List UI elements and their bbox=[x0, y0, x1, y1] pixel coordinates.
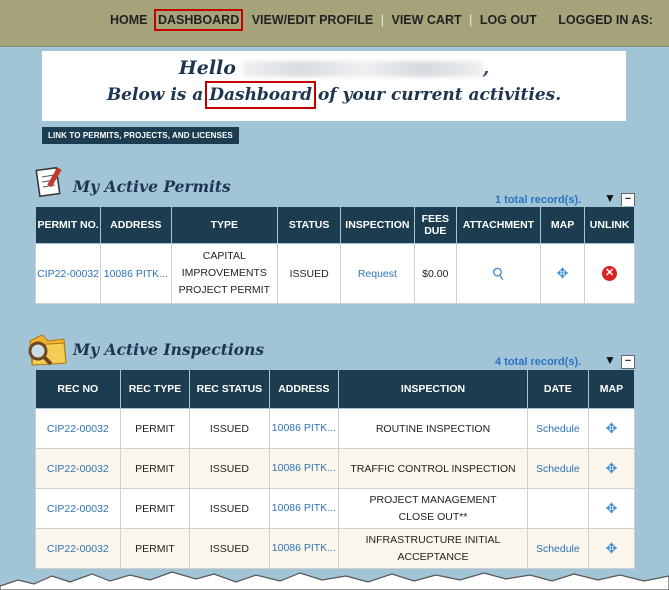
move-arrows-icon[interactable]: ✥ bbox=[557, 265, 569, 281]
col-inspection[interactable]: INSPECTION bbox=[340, 206, 415, 244]
inspections-table: REC NO REC TYPE REC STATUS ADDRESS INSPE… bbox=[35, 369, 636, 569]
torn-paper-edge bbox=[0, 571, 669, 590]
greeting-line: Hello , bbox=[42, 57, 626, 79]
rec-type: PERMIT bbox=[119, 448, 191, 489]
inspection-request-link[interactable]: Request bbox=[340, 243, 415, 304]
move-arrows-icon[interactable]: ✥ bbox=[606, 500, 618, 516]
permit-no-link[interactable]: CIP22-00032 bbox=[34, 243, 102, 304]
subtitle-highlight-word: Dashboard bbox=[205, 81, 317, 109]
schedule-link[interactable] bbox=[526, 488, 589, 529]
col-map[interactable]: MAP bbox=[539, 206, 586, 244]
col-permit-no[interactable]: PERMIT NO. bbox=[34, 206, 102, 244]
col-address[interactable]: ADDRESS bbox=[100, 206, 172, 244]
red-x-circle-icon[interactable]: ✕ bbox=[602, 266, 618, 281]
nav-separator: | bbox=[380, 13, 384, 27]
col-map[interactable]: MAP bbox=[587, 369, 636, 409]
map-cell: ✥ bbox=[587, 408, 636, 449]
rec-status: ISSUED bbox=[189, 488, 270, 529]
permits-table: PERMIT NO. ADDRESS TYPE STATUS INSPECTIO… bbox=[34, 206, 635, 304]
col-status[interactable]: STATUS bbox=[277, 206, 342, 244]
col-rec-status[interactable]: REC STATUS bbox=[189, 369, 270, 409]
permits-collapse-icon[interactable]: − bbox=[621, 193, 635, 207]
inspections-header-row: REC NO REC TYPE REC STATUS ADDRESS INSPE… bbox=[35, 369, 636, 409]
paperclip-icon[interactable]: ⚲ bbox=[488, 262, 509, 285]
col-unlink[interactable]: UNLINK bbox=[584, 206, 635, 244]
table-row: CIP22-00032 PERMIT ISSUED 10086 PITK... … bbox=[35, 448, 636, 489]
move-arrows-icon[interactable]: ✥ bbox=[606, 460, 618, 476]
link-permits-button[interactable]: LINK TO PERMITS, PROJECTS, AND LICENSES bbox=[42, 127, 239, 144]
rec-no-link[interactable]: CIP22-00032 bbox=[35, 448, 121, 489]
schedule-link[interactable]: Schedule bbox=[526, 408, 589, 449]
rec-no-link[interactable]: CIP22-00032 bbox=[35, 488, 121, 529]
permit-status: ISSUED bbox=[277, 243, 342, 304]
inspections-record-count: 4 total record(s). bbox=[495, 356, 582, 368]
rec-type: PERMIT bbox=[119, 408, 191, 449]
col-rec-no[interactable]: REC NO bbox=[35, 369, 121, 409]
inspection-name: PROJECT MANAGEMENT CLOSE OUT** bbox=[338, 488, 528, 529]
permits-record-count: 1 total record(s). bbox=[495, 194, 582, 206]
permits-filter-icon[interactable]: ▼ bbox=[604, 191, 616, 205]
top-nav-bar: HOME DASHBOARD VIEW/EDIT PROFILE | VIEW … bbox=[0, 0, 669, 47]
main-content: Hello , Below is a Dashboard of your cur… bbox=[0, 47, 669, 590]
inspection-name: TRAFFIC CONTROL INSPECTION bbox=[338, 448, 528, 489]
schedule-link[interactable]: Schedule bbox=[526, 448, 589, 489]
inspection-name: ROUTINE INSPECTION bbox=[338, 408, 528, 449]
col-rec-type[interactable]: REC TYPE bbox=[119, 369, 191, 409]
nav-home[interactable]: HOME bbox=[110, 13, 148, 27]
address-link[interactable]: 10086 PITK... bbox=[268, 448, 340, 489]
unlink-cell: ✕ bbox=[584, 243, 635, 304]
dashboard-subtitle: Below is a Dashboard of your current act… bbox=[42, 81, 626, 109]
table-row: CIP22-00032 10086 PITK... CAPITAL IMPROV… bbox=[34, 243, 635, 304]
col-fees-due[interactable]: FEES DUE bbox=[413, 206, 458, 244]
subtitle-suffix: of your current activities. bbox=[317, 85, 562, 105]
col-type[interactable]: TYPE bbox=[170, 206, 279, 244]
col-attachment[interactable]: ATTACHMENT bbox=[456, 206, 541, 244]
greeting-text: Hello bbox=[178, 57, 236, 79]
welcome-panel: Hello , Below is a Dashboard of your cur… bbox=[42, 51, 626, 121]
permit-type: CAPITAL IMPROVEMENTS PROJECT PERMIT bbox=[170, 243, 279, 304]
permit-fees-due: $0.00 bbox=[413, 243, 458, 304]
nav-view-cart[interactable]: VIEW CART bbox=[391, 13, 461, 27]
nav-view-edit-profile[interactable]: VIEW/EDIT PROFILE bbox=[252, 13, 374, 27]
logged-in-as-label: LOGGED IN AS: bbox=[558, 13, 653, 27]
move-arrows-icon[interactable]: ✥ bbox=[606, 540, 618, 556]
table-row: CIP22-00032 PERMIT ISSUED 10086 PITK... … bbox=[35, 408, 636, 449]
nav-dashboard[interactable]: DASHBOARD bbox=[153, 9, 244, 31]
permits-title: My Active Permits bbox=[73, 177, 231, 196]
rec-no-link[interactable]: CIP22-00032 bbox=[35, 408, 121, 449]
inspections-collapse-icon[interactable]: − bbox=[621, 355, 635, 369]
rec-status: ISSUED bbox=[189, 408, 270, 449]
col-inspection[interactable]: INSPECTION bbox=[338, 369, 528, 409]
rec-type: PERMIT bbox=[119, 488, 191, 529]
permit-address-link[interactable]: 10086 PITK... bbox=[100, 243, 172, 304]
top-nav: HOME DASHBOARD VIEW/EDIT PROFILE | VIEW … bbox=[110, 9, 653, 31]
map-cell: ✥ bbox=[587, 448, 636, 489]
permits-header-row: PERMIT NO. ADDRESS TYPE STATUS INSPECTIO… bbox=[34, 206, 635, 244]
address-link[interactable]: 10086 PITK... bbox=[268, 488, 340, 529]
permit-document-icon bbox=[35, 166, 62, 197]
map-cell: ✥ bbox=[539, 243, 586, 304]
nav-separator: | bbox=[469, 13, 473, 27]
inspection-folder-magnifier-icon bbox=[28, 334, 67, 366]
col-address[interactable]: ADDRESS bbox=[268, 369, 340, 409]
col-date[interactable]: DATE bbox=[526, 369, 589, 409]
rec-status: ISSUED bbox=[189, 448, 270, 489]
attachment-cell: ⚲ bbox=[456, 243, 541, 304]
map-cell: ✥ bbox=[587, 488, 636, 529]
move-arrows-icon[interactable]: ✥ bbox=[606, 420, 618, 436]
inspections-filter-icon[interactable]: ▼ bbox=[604, 353, 616, 367]
subtitle-prefix: Below is a bbox=[106, 85, 204, 105]
table-row: CIP22-00032 PERMIT ISSUED 10086 PITK... … bbox=[35, 488, 636, 529]
address-link[interactable]: 10086 PITK... bbox=[268, 408, 340, 449]
nav-log-out[interactable]: LOG OUT bbox=[480, 13, 537, 27]
redacted-username bbox=[242, 61, 483, 77]
inspections-title: My Active Inspections bbox=[73, 340, 265, 359]
greeting-comma: , bbox=[482, 57, 490, 79]
